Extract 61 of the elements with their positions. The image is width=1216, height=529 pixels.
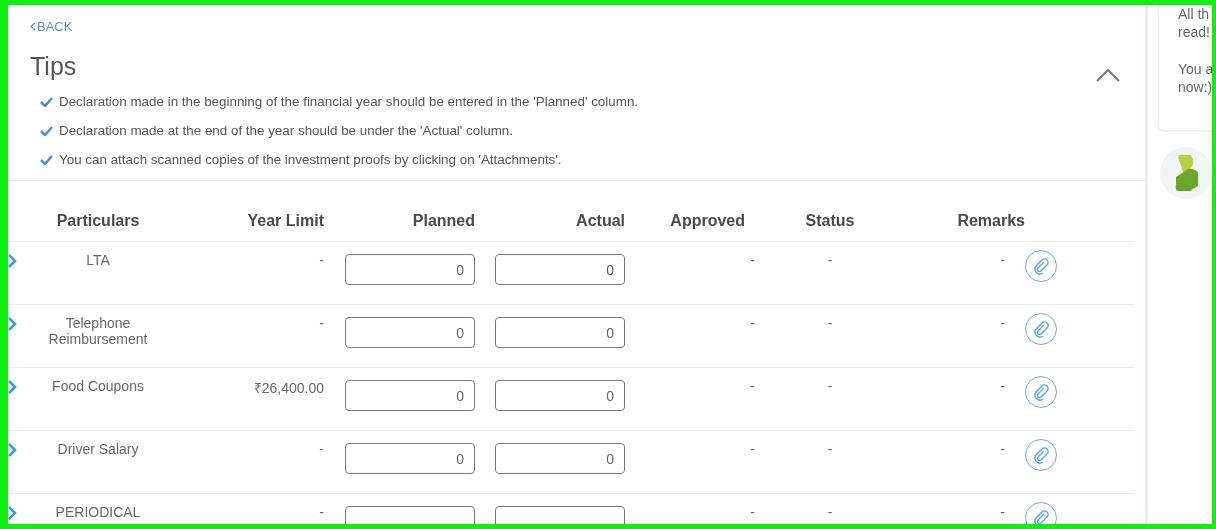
- tip-text: You can attach scanned copies of the investment proofs by clicking on 'Attachments'.: [59, 152, 562, 167]
- table-cell-text: PERIODICAL: [54, 504, 142, 520]
- actual-input[interactable]: 0: [495, 254, 625, 285]
- paperclip-icon: [1032, 446, 1050, 464]
- table-cell-text: -: [826, 315, 834, 331]
- chat-message: All th read!: [1178, 5, 1211, 41]
- column-header: Planned: [411, 212, 475, 230]
- paperclip-icon: [1032, 257, 1050, 275]
- table-cell-text: ₹26,400.00: [252, 379, 324, 397]
- tips-title: Tips: [30, 51, 77, 81]
- table-cell-text: -: [318, 252, 324, 268]
- table-cell-text: Telephone Reimbursement: [47, 315, 149, 347]
- tip-text: Declaration made at the end of the year should be under the 'Actual' column.: [59, 123, 513, 138]
- tip-text: Declaration made in the beginning of the financial year should be entered in the 'Planned' column.: [59, 94, 639, 109]
- planned-input[interactable]: 0: [345, 317, 475, 348]
- planned-input[interactable]: 0: [345, 443, 475, 474]
- table-cell-text: LTA: [85, 252, 111, 268]
- table-cell-text: -: [318, 441, 324, 457]
- table-cell-text: -: [749, 504, 756, 520]
- chatbot-avatar[interactable]: [1160, 147, 1212, 199]
- table-cell-text: -: [826, 252, 834, 268]
- table-cell-text: -: [749, 441, 756, 457]
- attachment-button[interactable]: [1025, 313, 1057, 345]
- column-header: Status: [804, 212, 856, 230]
- table-cell-text: -: [999, 441, 1006, 457]
- planned-input[interactable]: 0: [345, 380, 475, 411]
- column-header: Particulars: [55, 212, 141, 230]
- column-header: Approved: [669, 212, 746, 230]
- paperclip-icon: [1032, 509, 1050, 524]
- table-cell-text: -: [749, 252, 756, 268]
- table-cell-text: -: [826, 441, 834, 457]
- attachment-button[interactable]: [1025, 250, 1057, 282]
- collapse-icon[interactable]: [1095, 67, 1121, 83]
- check-icon: [40, 154, 53, 165]
- paperclip-icon: [1032, 320, 1050, 338]
- paperclip-icon: [1032, 383, 1050, 401]
- check-icon: [40, 125, 53, 136]
- table-cell-text: -: [318, 315, 324, 331]
- table-cell-text: -: [826, 378, 834, 394]
- table-cell-text: -: [826, 504, 834, 520]
- table-cell-text: -: [318, 504, 324, 520]
- column-header: Actual: [575, 212, 625, 230]
- table-cell-text: -: [999, 315, 1006, 331]
- actual-input[interactable]: 0: [495, 317, 625, 348]
- actual-input[interactable]: 0: [495, 380, 625, 411]
- table-cell-text: -: [749, 315, 756, 331]
- chevron-left-icon: [30, 22, 36, 31]
- planned-input[interactable]: 0: [345, 254, 475, 285]
- attachment-button[interactable]: [1025, 376, 1057, 408]
- column-header: Year Limit: [246, 212, 324, 230]
- table-cell-text: Food Coupons: [51, 378, 145, 394]
- table-cell-text: -: [999, 378, 1006, 394]
- table-cell-text: -: [999, 252, 1006, 268]
- back-link[interactable]: BACK: [30, 19, 73, 34]
- column-header: Remarks: [956, 212, 1025, 230]
- check-icon: [40, 96, 53, 107]
- actual-input[interactable]: 0: [495, 443, 625, 474]
- table-cell-text: Driver Salary: [56, 441, 140, 457]
- attachment-button[interactable]: [1025, 439, 1057, 471]
- table-cell-text: -: [999, 504, 1006, 520]
- table-cell-text: -: [749, 378, 756, 394]
